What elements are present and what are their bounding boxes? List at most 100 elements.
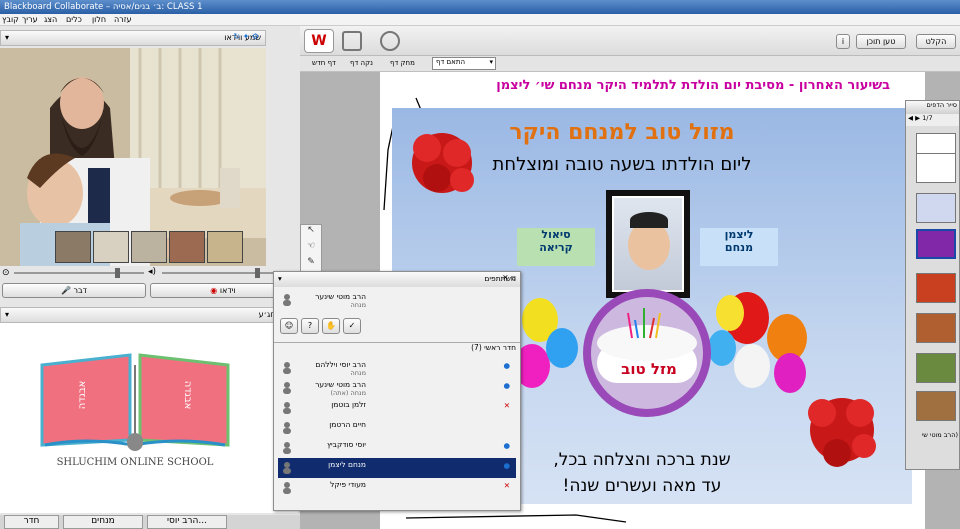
- web-tour-icon[interactable]: [380, 31, 400, 51]
- my-user-name: הרב מוטי שינער: [315, 292, 366, 301]
- participant-name: זלמן בוטמן: [331, 400, 366, 409]
- chevron-down-icon: ▾: [489, 58, 493, 66]
- prev-arrow-icon[interactable]: ◀: [908, 114, 913, 122]
- participant-row[interactable]: יוסי סודקביץ ●: [278, 438, 516, 458]
- collapse-icon[interactable]: ▾: [5, 33, 9, 42]
- page-thumbnail[interactable]: [916, 193, 956, 223]
- new-page-button[interactable]: דף חדש: [312, 59, 336, 67]
- slide-footer-1: שנת ברכה והצלחה בכל,: [553, 450, 731, 470]
- page-sorter-panel: סייר הדפים ◀ ▶ 1/7 (הרב מוטי שי: [905, 100, 960, 470]
- balloons-right: [708, 292, 807, 393]
- sorter-nav: ◀ ▶ 1/7: [906, 114, 959, 126]
- collapse-icon[interactable]: ▾: [278, 274, 282, 283]
- menu-view[interactable]: הצג: [44, 15, 57, 24]
- video-label: וידאו: [219, 286, 236, 295]
- menu-bar: קובץ עריך הצג כלים חלון עזרה: [0, 14, 960, 26]
- menu-edit[interactable]: עריך: [22, 15, 38, 24]
- sorter-page-label: 1/7: [922, 114, 933, 122]
- raise-hand-icon[interactable]: ✋: [322, 318, 340, 334]
- speaker-icon: ◂): [148, 267, 157, 277]
- bottom-tabs: חדר מנחים הרב יוסי...: [0, 515, 300, 529]
- logo-letters-right: אבגדה: [182, 381, 193, 410]
- status-icon: ●: [503, 441, 510, 450]
- check-icon[interactable]: ✓: [343, 318, 361, 334]
- participants-header: משתתפים ▾ ▫ ✕: [274, 272, 520, 287]
- video-thumbnail[interactable]: [55, 231, 91, 263]
- menu-file[interactable]: קובץ: [2, 15, 19, 24]
- video-feed: [0, 48, 266, 266]
- page-thumbnail[interactable]: [916, 273, 956, 303]
- status-icon: ●: [503, 461, 510, 470]
- talk-icon: 🎤: [60, 286, 71, 295]
- status-icon: ✕: [503, 401, 510, 410]
- whiteboard-panel-header: בניקוחג׳ע ▾: [0, 307, 298, 323]
- tab-room[interactable]: חדר: [4, 515, 59, 529]
- participant-role: מנחה (אתה): [330, 389, 366, 397]
- info-button[interactable]: i: [836, 34, 850, 49]
- speaker-slider-thumb[interactable]: [255, 268, 260, 278]
- menu-tools[interactable]: כלים: [66, 15, 82, 24]
- participant-name: חיים הרטמן: [329, 420, 366, 429]
- delete-page-button[interactable]: מחק דף: [390, 59, 415, 67]
- menu-window[interactable]: חלון: [92, 15, 106, 24]
- participant-name: מעודי פיקל: [330, 480, 366, 489]
- video-thumbnail[interactable]: [93, 231, 129, 263]
- video-thumbnail[interactable]: [131, 231, 167, 263]
- participant-row[interactable]: חיים הרטמן: [278, 418, 516, 438]
- user-icon: [283, 402, 291, 414]
- app-share-icon[interactable]: [342, 31, 362, 51]
- wb-tools: ↖ ☜ ✎: [300, 224, 322, 272]
- page-bar: דף חדש נקה דף מחק דף התאם דף ▾: [300, 56, 960, 72]
- status-icon: ✕: [503, 481, 510, 490]
- next-arrow-icon[interactable]: ▶: [915, 114, 920, 122]
- question-icon[interactable]: ?: [301, 318, 319, 334]
- video-panel-header: שמע ווידאו ▾ ⚙ ✦ ↻: [0, 30, 266, 46]
- sorter-footer: (הרב מוטי שי: [921, 431, 958, 439]
- user-icon: [283, 462, 291, 474]
- info-label: i: [841, 37, 845, 46]
- tab-user[interactable]: הרב יוסי...: [147, 515, 227, 529]
- mic-slider[interactable]: [14, 272, 144, 274]
- hand-tool-icon[interactable]: ☜: [301, 241, 321, 257]
- main-toolbar: W i טען תוכן הקלט: [300, 26, 960, 56]
- status-buttons: ☺ ? ✋ ✓: [280, 318, 361, 334]
- participant-row[interactable]: הרב מוטי שינער מנחה (אתה) ●: [278, 378, 516, 398]
- roses-bottom-right: [808, 398, 876, 467]
- smile-icon[interactable]: ☺: [280, 318, 298, 334]
- participant-name: הרב יוסי ויללהם: [315, 360, 366, 369]
- page-thumbnail[interactable]: [916, 353, 956, 383]
- tab-moderators[interactable]: מנחים: [63, 515, 143, 529]
- whiteboard-mode-icon[interactable]: W: [304, 29, 334, 53]
- participant-row[interactable]: הרב יוסי ויללהם מנחה ●: [278, 358, 516, 378]
- tool-icons[interactable]: ⚙ ✦ ↻: [233, 32, 259, 41]
- page-thumbnail[interactable]: [916, 391, 956, 421]
- page-thumbnail[interactable]: [916, 313, 956, 343]
- user-icon: [283, 482, 291, 494]
- fit-page-select[interactable]: התאם דף ▾: [432, 57, 496, 70]
- record-button[interactable]: הקלט: [916, 34, 956, 49]
- video-thumbnail[interactable]: [169, 231, 205, 263]
- participant-role: מנחה: [350, 369, 366, 377]
- participant-row[interactable]: זלמן בוטמן ✕: [278, 398, 516, 418]
- talk-button[interactable]: 🎤 דבר: [2, 283, 146, 298]
- mic-icon: ⊙: [2, 268, 10, 278]
- participant-name: הרב מוטי שינער: [315, 380, 366, 389]
- camera-icon: ◉: [210, 286, 218, 295]
- panel-controls-icon[interactable]: ▫ ✕: [502, 273, 516, 282]
- clear-page-button[interactable]: נקה דף: [350, 59, 373, 67]
- load-content-button[interactable]: טען תוכן: [856, 34, 906, 49]
- page-thumbnail-selected[interactable]: [916, 229, 956, 259]
- volume-row: ⊙ ◂): [0, 266, 296, 280]
- video-thumbnail[interactable]: [207, 231, 243, 263]
- mic-slider-thumb[interactable]: [115, 268, 120, 278]
- pointer-tool-icon[interactable]: ↖: [301, 225, 321, 241]
- logo-text: SHLUCHIM ONLINE SCHOOL: [57, 457, 214, 468]
- collapse-icon[interactable]: ▾: [5, 310, 9, 319]
- page-thumbnail[interactable]: [916, 153, 956, 183]
- participant-row[interactable]: מעודי פיקל ✕: [278, 478, 516, 498]
- participant-row[interactable]: מנחם ליצמן ●: [278, 458, 516, 478]
- participant-name: מנחם ליצמן: [328, 460, 366, 469]
- user-icon: [283, 422, 291, 434]
- menu-help[interactable]: עזרה: [114, 15, 132, 24]
- school-logo: אבגדה אבגדה SHLUCHIM ONLINE SCHOOL: [30, 345, 240, 470]
